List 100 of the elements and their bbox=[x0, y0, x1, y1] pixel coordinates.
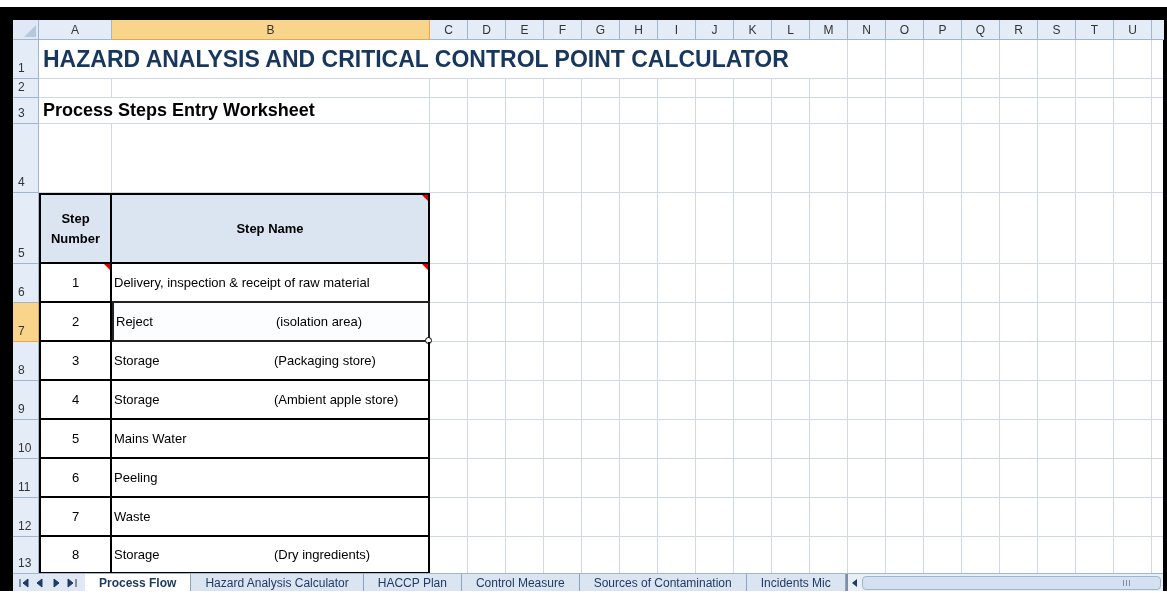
empty-cell[interactable] bbox=[468, 124, 506, 193]
previous-sheet-icon[interactable] bbox=[35, 577, 45, 588]
empty-cell[interactable] bbox=[658, 303, 696, 342]
empty-cell[interactable] bbox=[620, 498, 658, 537]
empty-cell[interactable] bbox=[1038, 79, 1076, 98]
empty-cell[interactable] bbox=[848, 459, 886, 498]
column-header[interactable]: Q bbox=[962, 20, 1000, 40]
row-header[interactable]: 9 bbox=[13, 381, 39, 420]
sheet-tab[interactable]: Hazard Analysis Calculator bbox=[191, 574, 364, 591]
empty-cell[interactable] bbox=[1114, 459, 1152, 498]
empty-cell[interactable] bbox=[962, 98, 1000, 124]
column-header[interactable]: U bbox=[1114, 20, 1152, 40]
empty-cell[interactable] bbox=[772, 420, 810, 459]
column-header[interactable]: N bbox=[848, 20, 886, 40]
empty-cell[interactable] bbox=[1000, 98, 1038, 124]
select-all-button[interactable] bbox=[13, 20, 39, 40]
empty-cell[interactable] bbox=[658, 459, 696, 498]
empty-cell[interactable] bbox=[924, 342, 962, 381]
empty-cell[interactable] bbox=[430, 98, 468, 124]
empty-cell[interactable] bbox=[734, 193, 772, 264]
row-header[interactable]: 1 bbox=[13, 40, 39, 79]
empty-cell[interactable] bbox=[848, 124, 886, 193]
empty-cell[interactable] bbox=[582, 124, 620, 193]
empty-cell[interactable] bbox=[1076, 342, 1114, 381]
empty-cell[interactable] bbox=[430, 303, 468, 342]
empty-cell[interactable] bbox=[734, 381, 772, 420]
empty-cell[interactable] bbox=[848, 264, 886, 303]
empty-cell[interactable] bbox=[696, 498, 734, 537]
empty-cell[interactable] bbox=[506, 264, 544, 303]
empty-cell[interactable] bbox=[924, 124, 962, 193]
empty-cell[interactable] bbox=[582, 303, 620, 342]
table-cell[interactable]: Waste bbox=[112, 498, 430, 537]
empty-cell[interactable] bbox=[696, 79, 734, 98]
empty-cell[interactable] bbox=[772, 193, 810, 264]
empty-cell[interactable] bbox=[696, 381, 734, 420]
empty-cell[interactable] bbox=[810, 193, 848, 264]
empty-cell[interactable] bbox=[506, 98, 544, 124]
empty-cell[interactable] bbox=[1038, 264, 1076, 303]
empty-cell[interactable] bbox=[1114, 98, 1152, 124]
column-header[interactable]: D bbox=[468, 20, 506, 40]
empty-cell[interactable] bbox=[848, 193, 886, 264]
empty-cell[interactable] bbox=[962, 498, 1000, 537]
empty-cell[interactable] bbox=[1114, 342, 1152, 381]
empty-cell[interactable] bbox=[810, 303, 848, 342]
empty-cell[interactable] bbox=[468, 303, 506, 342]
column-header[interactable]: L bbox=[772, 20, 810, 40]
empty-cell[interactable] bbox=[848, 98, 886, 124]
empty-cell[interactable] bbox=[810, 459, 848, 498]
empty-cell[interactable] bbox=[620, 264, 658, 303]
row-header[interactable]: 11 bbox=[13, 459, 39, 498]
empty-cell[interactable] bbox=[924, 381, 962, 420]
empty-cell[interactable] bbox=[1000, 303, 1038, 342]
column-header[interactable]: J bbox=[696, 20, 734, 40]
empty-cell[interactable] bbox=[506, 342, 544, 381]
empty-cell[interactable] bbox=[582, 264, 620, 303]
empty-cell[interactable] bbox=[1076, 381, 1114, 420]
empty-cell[interactable] bbox=[468, 420, 506, 459]
empty-cell[interactable] bbox=[468, 342, 506, 381]
empty-cell[interactable] bbox=[430, 498, 468, 537]
empty-cell[interactable] bbox=[924, 264, 962, 303]
empty-cell[interactable] bbox=[1076, 79, 1114, 98]
empty-cell[interactable] bbox=[772, 264, 810, 303]
empty-cell[interactable] bbox=[696, 342, 734, 381]
row-header[interactable]: 12 bbox=[13, 498, 39, 537]
row-header[interactable]: 3 bbox=[13, 98, 39, 124]
empty-cell[interactable] bbox=[506, 420, 544, 459]
empty-cell[interactable] bbox=[772, 303, 810, 342]
empty-cell[interactable] bbox=[430, 342, 468, 381]
empty-cell[interactable] bbox=[848, 342, 886, 381]
empty-cell[interactable] bbox=[1000, 498, 1038, 537]
table-cell[interactable]: Mains Water bbox=[112, 420, 430, 459]
empty-cell[interactable] bbox=[886, 98, 924, 124]
empty-cell[interactable] bbox=[1000, 193, 1038, 264]
empty-cell[interactable] bbox=[886, 459, 924, 498]
row-header[interactable]: 7 bbox=[13, 303, 39, 342]
table-cell[interactable]: 4 bbox=[39, 381, 112, 420]
empty-cell[interactable] bbox=[468, 193, 506, 264]
empty-cell[interactable] bbox=[658, 193, 696, 264]
first-sheet-icon[interactable] bbox=[19, 577, 29, 588]
empty-cell[interactable] bbox=[430, 420, 468, 459]
table-cell[interactable]: Reject (isolation area) bbox=[112, 301, 430, 342]
empty-cell[interactable] bbox=[696, 193, 734, 264]
empty-cell[interactable] bbox=[1114, 303, 1152, 342]
table-cell[interactable]: 1 bbox=[39, 264, 112, 303]
column-header[interactable]: H bbox=[620, 20, 658, 40]
empty-cell[interactable] bbox=[658, 420, 696, 459]
empty-cell[interactable] bbox=[582, 342, 620, 381]
empty-cell[interactable] bbox=[696, 303, 734, 342]
table-cell[interactable]: 3 bbox=[39, 342, 112, 381]
empty-cell[interactable] bbox=[772, 342, 810, 381]
table-cell[interactable]: 6 bbox=[39, 459, 112, 498]
next-sheet-icon[interactable] bbox=[51, 577, 61, 588]
empty-cell[interactable] bbox=[924, 79, 962, 98]
empty-cell[interactable] bbox=[696, 459, 734, 498]
empty-cell[interactable] bbox=[810, 124, 848, 193]
empty-cell[interactable] bbox=[886, 264, 924, 303]
empty-cell[interactable] bbox=[886, 342, 924, 381]
row-header[interactable]: 13 bbox=[13, 537, 39, 573]
empty-cell[interactable] bbox=[810, 342, 848, 381]
table-cell[interactable]: 5 bbox=[39, 420, 112, 459]
